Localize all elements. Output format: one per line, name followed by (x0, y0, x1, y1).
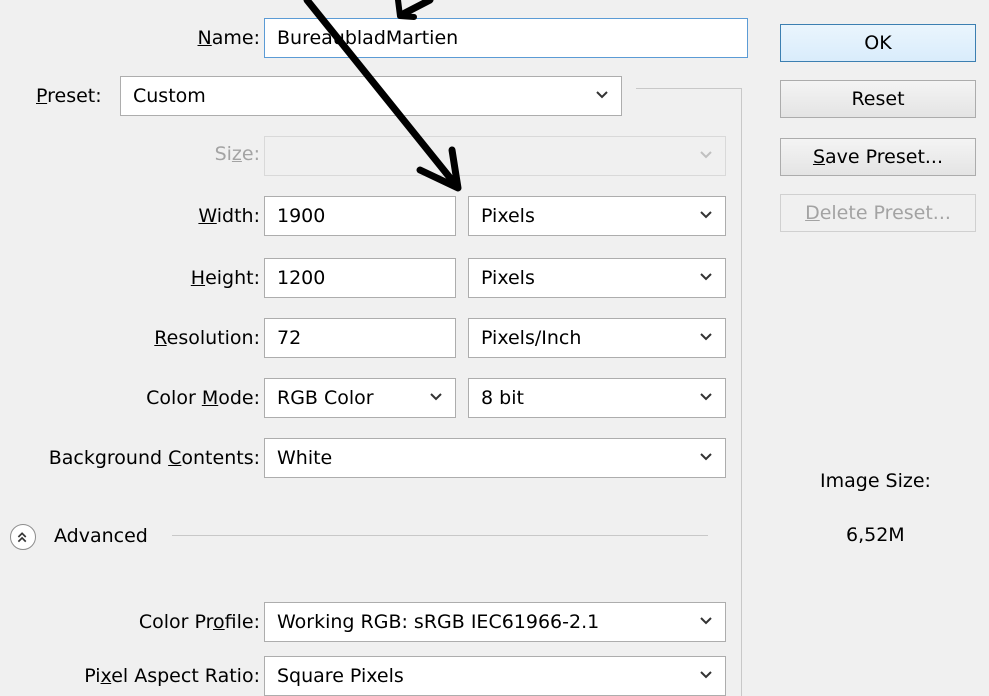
arrow-annotation (303, 0, 462, 192)
